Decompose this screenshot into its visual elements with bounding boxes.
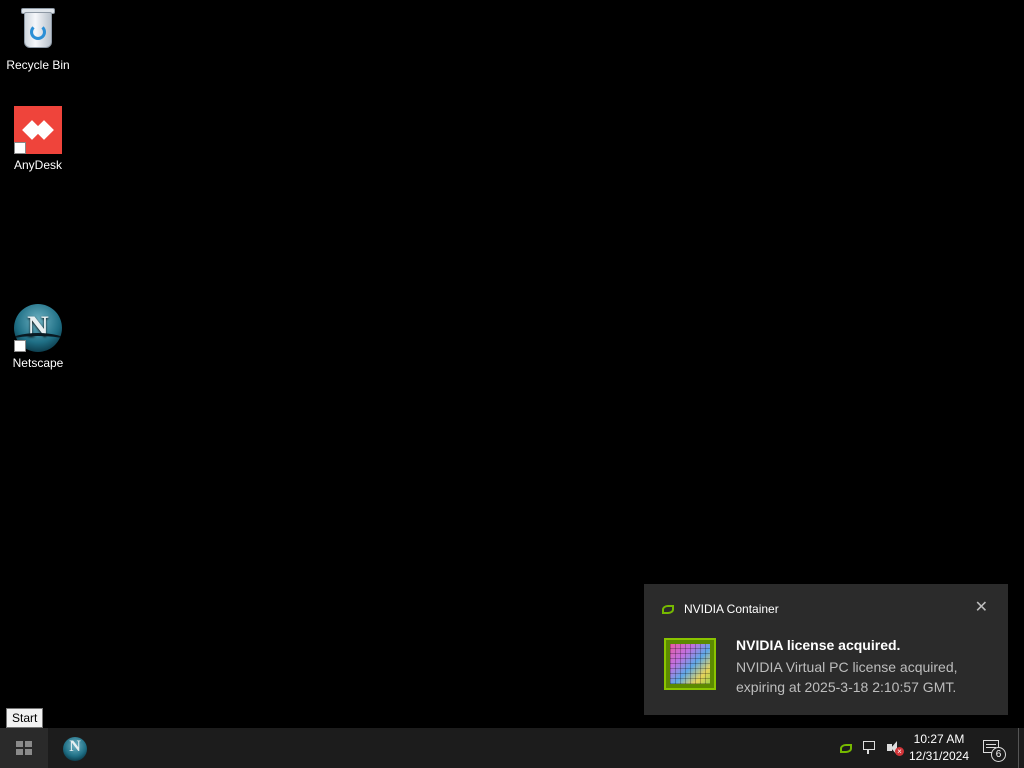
start-tooltip: Start — [6, 708, 44, 728]
desktop-icon-label: AnyDesk — [13, 158, 63, 172]
shortcut-arrow-icon — [14, 142, 26, 154]
network-icon[interactable] — [862, 740, 878, 756]
anydesk-shortcut[interactable]: AnyDesk — [2, 106, 74, 172]
toast-title: NVIDIA license acquired. — [736, 637, 901, 653]
desktop-icon-label: Recycle Bin — [6, 58, 70, 72]
toast-app-name: NVIDIA Container — [684, 602, 779, 616]
recycle-bin-icon — [14, 6, 62, 54]
nvidia-icon — [662, 604, 674, 614]
recycle-bin-shortcut[interactable]: Recycle Bin — [2, 6, 74, 72]
clock-date: 12/31/2024 — [908, 749, 970, 763]
action-center-button[interactable]: 6 — [982, 738, 1006, 762]
netscape-icon: N — [14, 304, 62, 352]
netscape-shortcut[interactable]: N Netscape — [2, 304, 74, 370]
gpu-chip-icon — [664, 638, 716, 690]
anydesk-icon — [14, 106, 62, 154]
taskbar-app-netscape[interactable]: N — [56, 728, 94, 768]
shortcut-arrow-icon — [14, 340, 26, 352]
netscape-icon: N — [63, 737, 87, 761]
notification-count-badge: 6 — [991, 747, 1006, 762]
desktop: Recycle Bin AnyDesk N Netscape NVIDIA Co… — [0, 0, 1024, 728]
volume-muted-icon[interactable]: × — [886, 740, 904, 756]
start-button[interactable] — [0, 728, 48, 768]
taskbar-clock[interactable]: 10:27 AM 12/31/2024 — [906, 731, 972, 765]
show-desktop-button[interactable] — [1018, 728, 1024, 768]
windows-logo-icon — [16, 741, 32, 755]
notification-toast[interactable]: NVIDIA Container ✕ NVIDIA license acquir… — [644, 584, 1008, 715]
desktop-icon-label: Netscape — [12, 356, 64, 370]
taskbar: N × 10:27 AM 12/31/2024 6 — [0, 728, 1024, 768]
toast-header: NVIDIA Container — [662, 602, 779, 616]
toast-body: NVIDIA Virtual PC license acquired, expi… — [736, 659, 958, 695]
close-icon[interactable]: ✕ — [975, 600, 988, 616]
nvidia-tray-icon[interactable] — [838, 740, 854, 756]
netscape-letter: N — [69, 738, 81, 755]
clock-time: 10:27 AM — [913, 732, 965, 746]
